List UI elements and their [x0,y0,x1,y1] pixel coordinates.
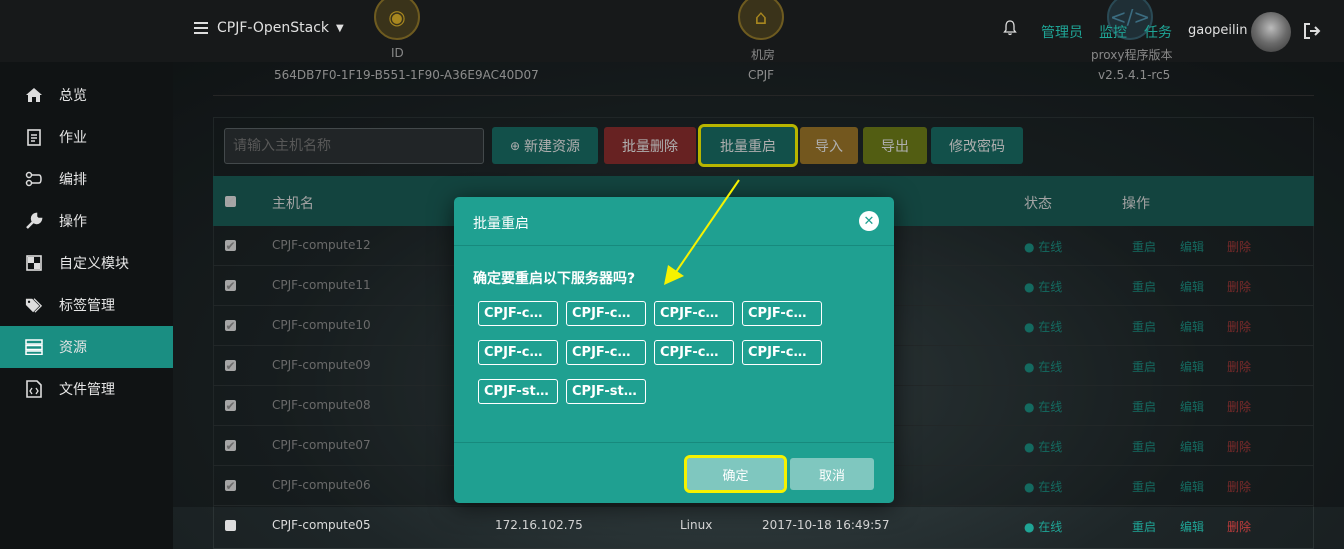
server-tag: CPJF-c… [654,340,734,365]
server-icon [25,338,43,356]
row-time: 2017-10-18 16:49:57 [762,518,890,532]
server-tag: CPJF-st… [478,379,558,404]
sidebar-item-files[interactable]: 文件管理 [0,368,173,410]
server-tag: CPJF-c… [654,301,734,326]
sidebar-item-jobs[interactable]: 作业 [0,116,173,158]
sidebar-item-overview[interactable]: 总览 [0,74,173,116]
bank-icon: ⌂ [738,0,784,40]
dialog-question: 确定要重启以下服务器吗? [473,271,636,287]
clipboard-icon [25,128,43,146]
bell-icon[interactable] [1003,20,1017,36]
delete-link[interactable]: 删除 [1227,518,1251,535]
server-tag: CPJF-st… [566,379,646,404]
server-tag: CPJF-c… [478,301,558,326]
row-os: Linux [680,518,713,532]
restart-link[interactable]: 重启 [1132,518,1156,535]
server-tag: CPJF-c… [478,340,558,365]
menu-icon [194,22,208,34]
logout-icon[interactable] [1302,21,1322,41]
info-label-room: 机房 [751,48,776,62]
server-tag: CPJF-c… [742,301,822,326]
sidebar-item-label: 自定义模块 [59,256,129,272]
sidebar-item-label: 操作 [59,214,87,230]
info-label-id: ID [391,46,404,60]
task-link[interactable]: 任务 [1144,22,1172,42]
project-name: CPJF-OpenStack [217,20,329,36]
confirm-button[interactable]: 确定 [684,455,787,493]
username[interactable]: gaopeilin [1188,23,1248,38]
sidebar-item-tags[interactable]: 标签管理 [0,284,173,326]
sidebar-item-custom-modules[interactable]: 自定义模块 [0,242,173,284]
sidebar-item-label: 编排 [59,172,87,188]
dialog-title: 批量重启 [473,216,529,232]
server-tag: CPJF-c… [566,340,646,365]
sidebar-item-label: 资源 [59,340,87,356]
flow-icon [25,170,43,188]
info-label-proxy: proxy程序版本 [1091,48,1173,62]
sidebar-item-label: 文件管理 [59,382,115,398]
globe-icon: ◉ [374,0,420,40]
cancel-button[interactable]: 取消 [790,458,874,490]
row-checkbox[interactable]: ✔ [225,520,236,532]
sidebar: 总览 作业 编排 操作 自定义模块 标签管理 资源 文件管理 [0,62,173,549]
home-icon [25,86,43,104]
dialog-header: 批量重启 ✕ [454,197,894,246]
status-badge: ● 在线 [1024,520,1063,534]
monitor-link[interactable]: 监控 [1099,22,1127,42]
sidebar-item-label: 标签管理 [59,298,115,314]
sidebar-item-operations[interactable]: 操作 [0,200,173,242]
sidebar-item-label: 作业 [59,130,87,146]
row-hostname: CPJF-compute05 [272,518,371,532]
server-tag: CPJF-c… [566,301,646,326]
sidebar-item-orchestration[interactable]: 编排 [0,158,173,200]
avatar[interactable] [1251,12,1291,52]
admin-link[interactable]: 管理员 [1041,22,1083,42]
edit-link[interactable]: 编辑 [1180,518,1204,535]
table-row: ✔ CPJF-compute05 172.16.102.75 Linux 201… [213,506,1314,549]
dialog-footer-divider [454,442,894,443]
caret-down-icon: ▼ [336,22,344,34]
sidebar-item-label: 总览 [59,88,87,104]
project-switcher[interactable]: CPJF-OpenStack ▼ [194,20,344,36]
file-code-icon [25,380,43,398]
server-tag: CPJF-c… [742,340,822,365]
tag-icon [25,296,43,314]
top-bar: CPJF-OpenStack ▼ ◉ ID ⌂ 机房 </> proxy程序版本… [0,0,1344,62]
row-ip: 172.16.102.75 [495,518,583,532]
close-icon[interactable]: ✕ [859,211,879,231]
sidebar-item-resources[interactable]: 资源 [0,326,173,368]
wrench-icon [25,212,43,230]
module-icon [25,254,43,272]
batch-restart-dialog: 批量重启 ✕ 确定要重启以下服务器吗? CPJF-c… CPJF-c… CPJF… [454,197,894,503]
